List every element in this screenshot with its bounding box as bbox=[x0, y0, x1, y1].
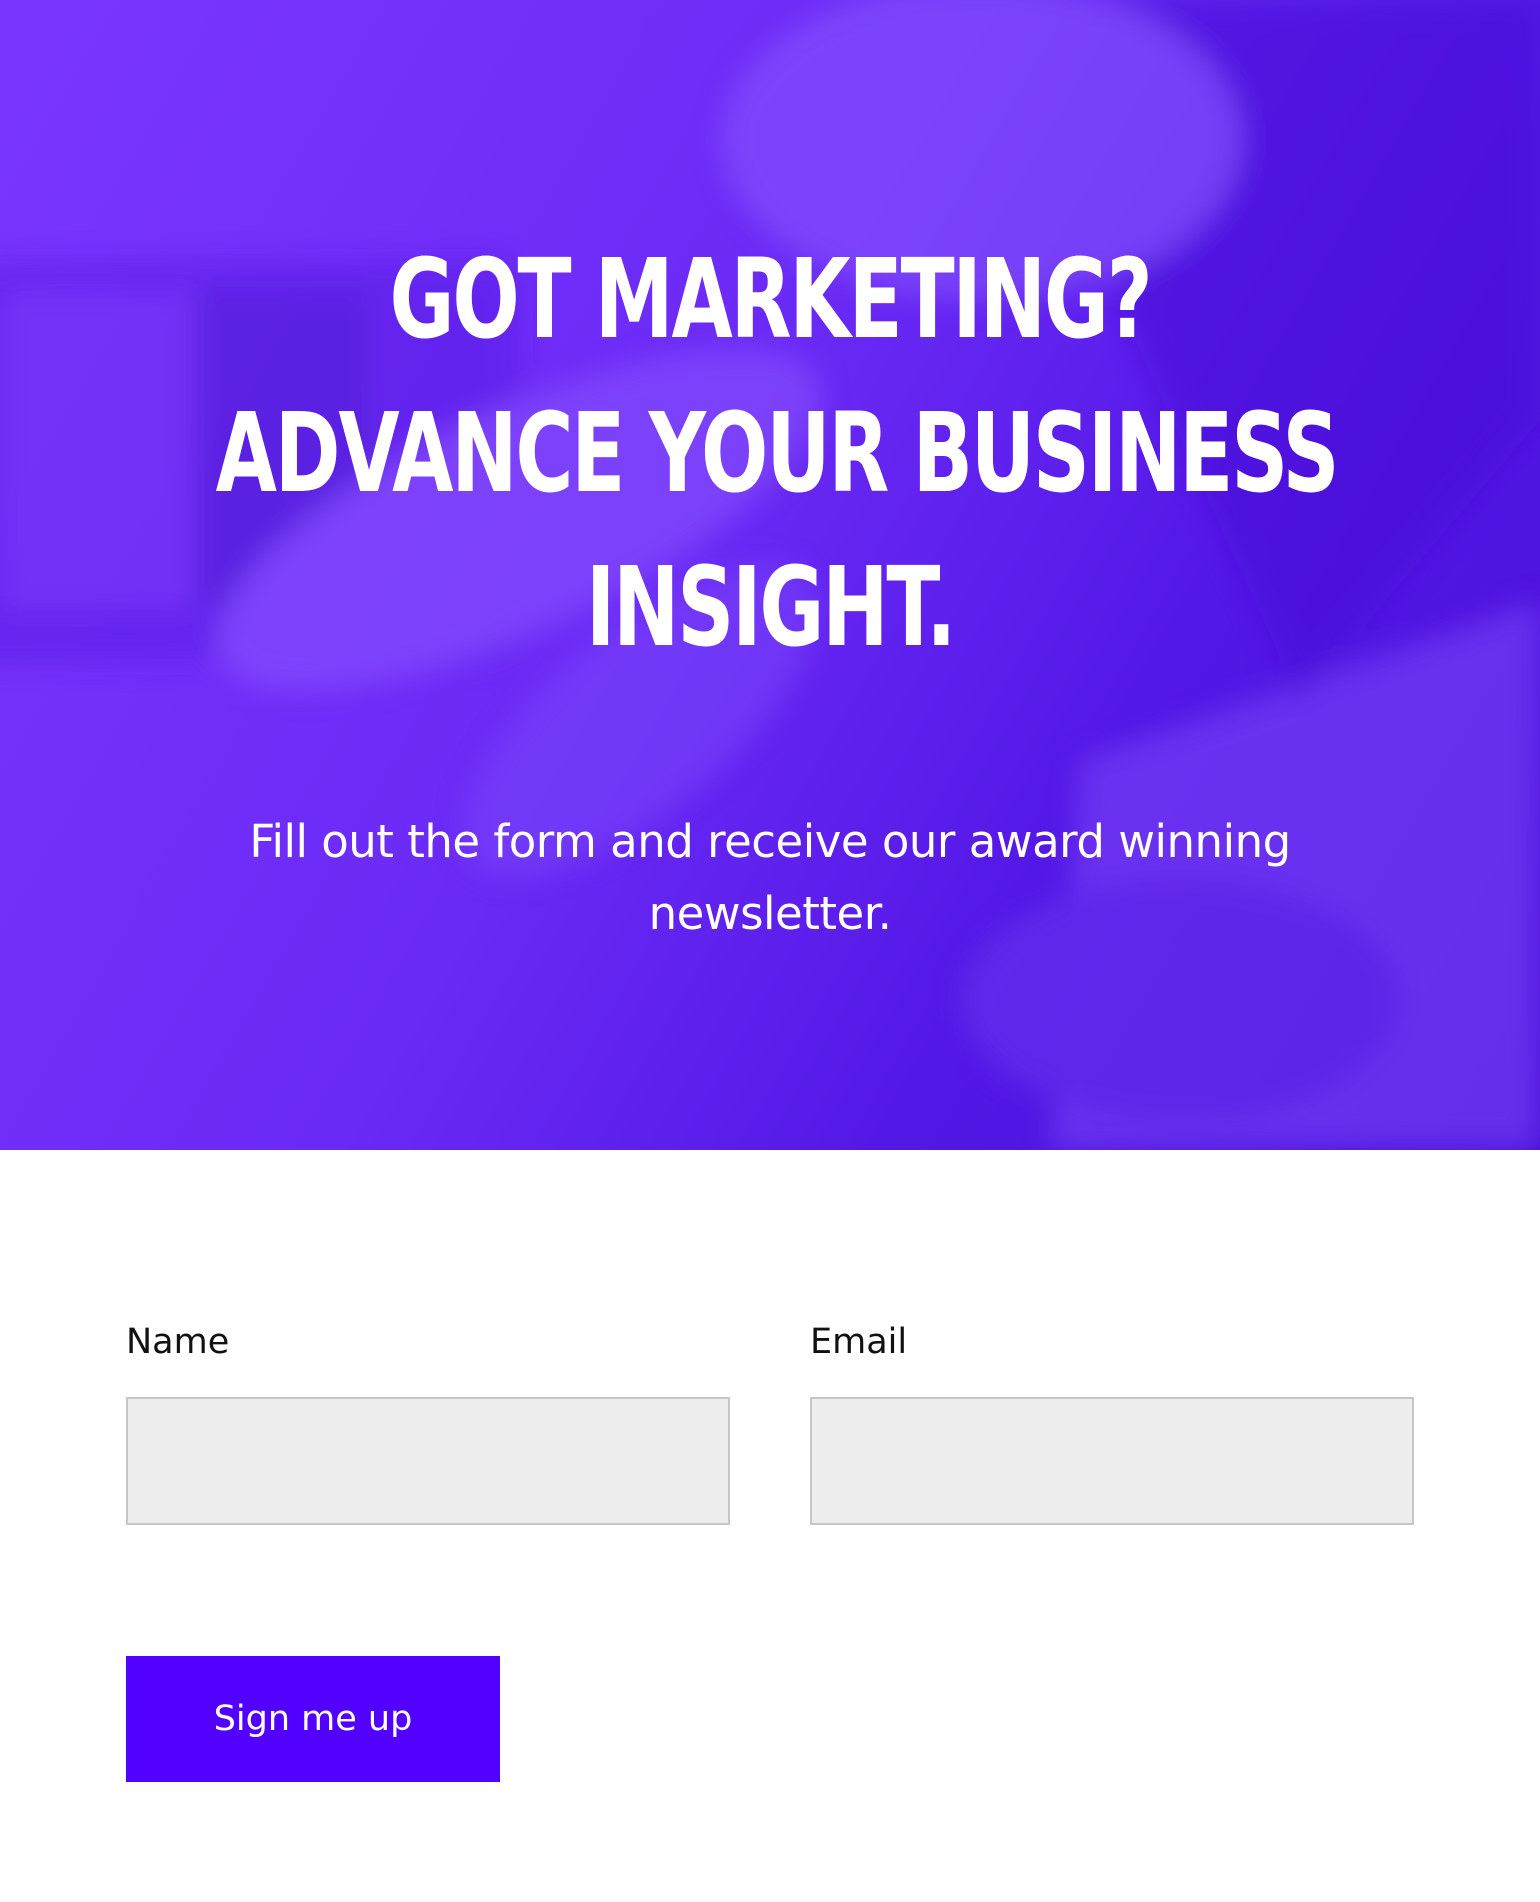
name-input[interactable] bbox=[126, 1397, 730, 1525]
email-input[interactable] bbox=[810, 1397, 1414, 1525]
sign-me-up-button[interactable]: Sign me up bbox=[126, 1656, 500, 1782]
hero-title: GOT MARKETING? ADVANCE YOUR BUSINESS INS… bbox=[215, 222, 1340, 684]
name-label: Name bbox=[126, 1322, 230, 1362]
page: GOT MARKETING? ADVANCE YOUR BUSINESS INS… bbox=[0, 0, 1540, 1902]
hero-title-line-1: GOT MARKETING? bbox=[389, 235, 1153, 363]
signup-form: Name Email Sign me up bbox=[0, 1150, 1540, 1902]
hero-section: GOT MARKETING? ADVANCE YOUR BUSINESS INS… bbox=[0, 0, 1540, 1150]
hero-subtitle: Fill out the form and receive our award … bbox=[249, 815, 1291, 940]
hero-title-line-2: ADVANCE YOUR BUSINESS bbox=[215, 389, 1340, 517]
email-label: Email bbox=[810, 1322, 908, 1362]
hero-title-line-3: INSIGHT. bbox=[585, 543, 957, 671]
